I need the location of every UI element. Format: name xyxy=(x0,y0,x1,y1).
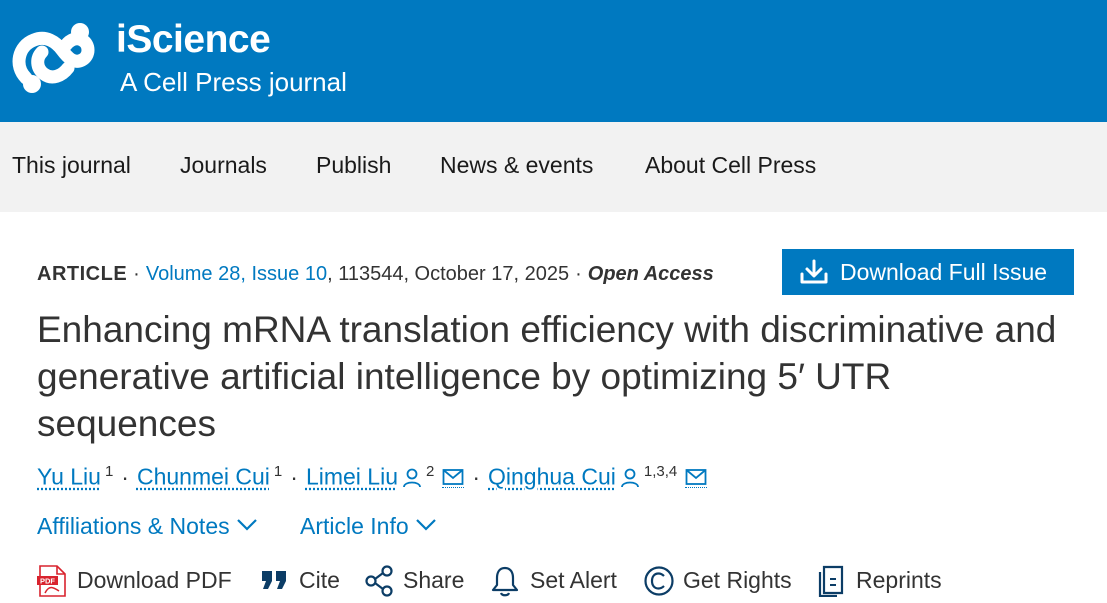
bell-icon xyxy=(491,566,519,597)
author-affiliation: 1 xyxy=(104,463,114,480)
reprints-icon xyxy=(818,565,844,597)
author-affiliation: 1,3,4 xyxy=(643,463,678,480)
main-nav: This journal Journals Publish News & eve… xyxy=(0,122,1107,212)
chevron-down-icon xyxy=(236,519,257,531)
download-full-issue-label: Download Full Issue xyxy=(840,259,1048,285)
get-rights-label: Get Rights xyxy=(683,567,792,593)
email-icon[interactable] xyxy=(685,468,708,488)
nav-this-journal[interactable]: This journal xyxy=(12,152,131,179)
share-icon xyxy=(365,565,393,597)
iscience-logo-icon[interactable] xyxy=(12,18,96,100)
meta-separator: · xyxy=(575,263,582,285)
copyright-icon xyxy=(644,566,674,596)
author-link[interactable]: Chunmei Cui xyxy=(137,464,270,490)
cite-label: Cite xyxy=(299,567,340,593)
download-icon xyxy=(800,259,828,284)
chevron-down-icon xyxy=(415,519,436,531)
author-separator: · xyxy=(472,463,480,490)
email-icon[interactable] xyxy=(442,468,465,488)
nav-news-events[interactable]: News & events xyxy=(440,152,593,179)
author-separator: · xyxy=(290,463,298,490)
author-list: Yu Liu 1 · Chunmei Cui 1 · Limei Liu 2 · Qinghua … xyxy=(37,463,708,491)
reprints-label: Reprints xyxy=(856,567,942,593)
set-alert-label: Set Alert xyxy=(530,567,617,593)
download-pdf-label: Download PDF xyxy=(77,567,232,593)
article-info-label: Article Info xyxy=(300,513,409,539)
person-icon xyxy=(620,468,639,487)
article-type: ARTICLE xyxy=(37,263,128,285)
volume-issue-link[interactable]: Volume 28, Issue 10 xyxy=(146,263,327,285)
author-link[interactable]: Limei Liu xyxy=(306,464,398,490)
author-link[interactable]: Qinghua Cui xyxy=(488,464,616,490)
author-separator: · xyxy=(121,463,129,490)
nav-journals[interactable]: Journals xyxy=(180,152,267,179)
affiliations-notes-toggle[interactable]: Affiliations & Notes xyxy=(37,513,258,540)
nav-publish[interactable]: Publish xyxy=(316,152,391,179)
download-full-issue-button[interactable]: Download Full Issue xyxy=(782,249,1074,295)
site-header: iScience A Cell Press journal xyxy=(0,0,1107,122)
journal-name[interactable]: iScience xyxy=(116,18,271,62)
article-title: Enhancing mRNA translation efficiency wi… xyxy=(37,309,1057,444)
article-info-toggle[interactable]: Article Info xyxy=(300,513,437,540)
author-link[interactable]: Yu Liu xyxy=(37,464,101,490)
author-affiliation: 2 xyxy=(425,463,435,480)
article-meta: ARTICLE · Volume 28, Issue 10, 113544, Oct… xyxy=(37,263,714,286)
person-icon xyxy=(403,468,421,487)
quote-icon xyxy=(262,571,286,589)
pdf-icon: PDF xyxy=(37,565,66,597)
svg-text:PDF: PDF xyxy=(40,577,55,586)
nav-about-cell-press[interactable]: About Cell Press xyxy=(645,152,816,179)
share-label: Share xyxy=(403,567,465,593)
affiliations-notes-label: Affiliations & Notes xyxy=(37,513,230,539)
journal-tagline: A Cell Press journal xyxy=(120,67,347,97)
author-affiliation: 1 xyxy=(273,463,283,480)
article-details: , 113544, October 17, 2025 xyxy=(327,263,570,285)
meta-separator: · xyxy=(133,263,140,285)
open-access-label: Open Access xyxy=(587,263,714,285)
